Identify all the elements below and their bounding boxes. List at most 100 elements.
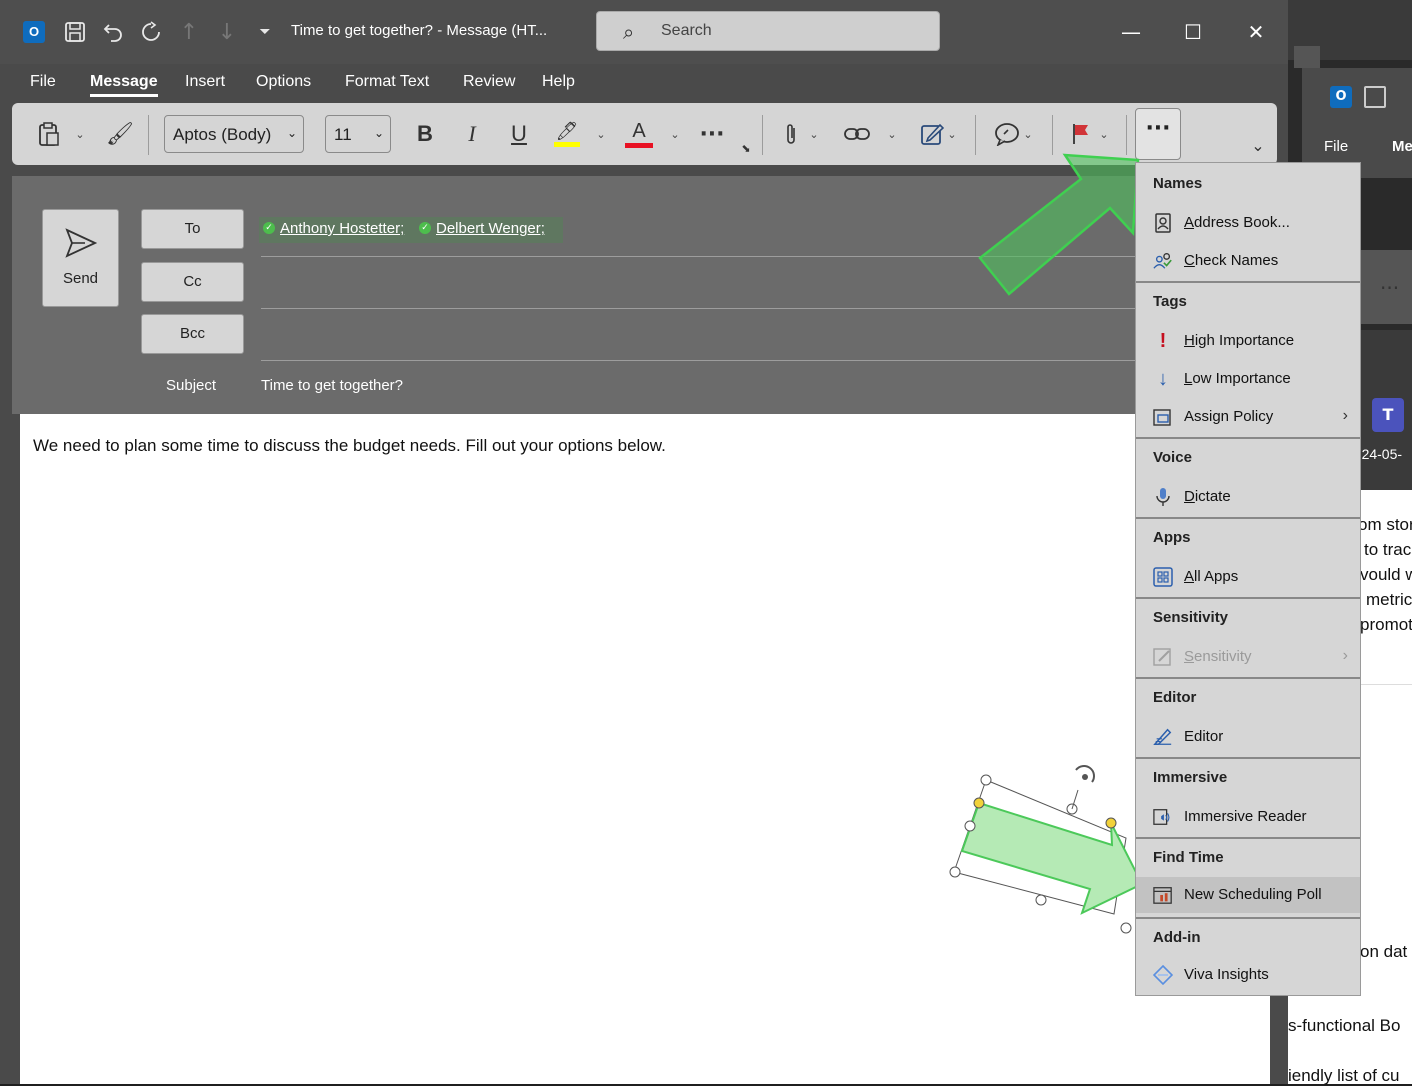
section-editor: Editor	[1153, 689, 1197, 706]
more-icon: ···	[1380, 276, 1400, 300]
bg-line-7: s-functional Bo	[1288, 1016, 1401, 1035]
signature-icon[interactable]	[918, 116, 946, 152]
format-painter-icon[interactable]: 🖌	[106, 116, 134, 152]
tab-format-text[interactable]: Format Text	[345, 73, 429, 91]
font-name-value: Aptos (Body)	[173, 125, 272, 144]
tab-review[interactable]: Review	[463, 73, 515, 91]
low-importance-icon: ↓	[1158, 367, 1168, 390]
menu-item-assign-policy[interactable]: Assign Policy ›	[1136, 399, 1360, 435]
menu-item-low-importance[interactable]: ↓ Low Importance	[1136, 361, 1360, 397]
section-names: Names	[1153, 175, 1203, 192]
adjust-handle[interactable]	[1105, 817, 1117, 829]
to-button[interactable]: To	[141, 209, 244, 249]
menu-label: High Importance	[1184, 332, 1295, 349]
bold-button[interactable]: B	[412, 116, 438, 152]
chevron-right-icon: ›	[1342, 407, 1348, 424]
cc-button[interactable]: Cc	[141, 262, 244, 302]
resize-handle[interactable]	[980, 774, 992, 786]
italic-button[interactable]: I	[459, 116, 485, 152]
close-button[interactable]: ✕	[1236, 16, 1276, 48]
body-text[interactable]: We need to plan some time to discuss the…	[33, 436, 666, 456]
resize-handle[interactable]	[1035, 894, 1047, 906]
redo-icon[interactable]	[137, 18, 165, 46]
highlight-dropdown-icon[interactable]: ⌄	[595, 116, 607, 152]
send-button[interactable]: Send	[42, 209, 119, 307]
customize-quick-access-icon[interactable]: ⏷	[251, 18, 279, 46]
rotate-handle-icon[interactable]	[1075, 765, 1095, 783]
maximize-button[interactable]: ☐	[1173, 16, 1213, 48]
save-icon[interactable]	[61, 18, 89, 46]
font-name-select[interactable]: Aptos (Body) ⌄	[164, 115, 304, 153]
chevron-right-icon: ›	[1342, 647, 1348, 664]
menu-item-all-apps[interactable]: All Apps	[1136, 559, 1360, 595]
adjust-handle[interactable]	[973, 797, 985, 809]
menu-item-viva-insights[interactable]: Viva Insights	[1136, 957, 1360, 993]
highlight-icon[interactable]: 🖊	[552, 116, 582, 152]
recipient-delbert[interactable]: Delbert Wenger;	[436, 220, 545, 237]
cc-field-line[interactable]	[261, 308, 1141, 309]
link-icon[interactable]	[842, 116, 872, 152]
bcc-button[interactable]: Bcc	[141, 314, 244, 354]
section-sensitivity: Sensitivity	[1153, 609, 1229, 626]
tab-message[interactable]: Message	[90, 73, 158, 97]
minimize-button[interactable]: —	[1111, 16, 1151, 48]
menu-item-new-scheduling-poll[interactable]: New Scheduling Poll	[1136, 877, 1360, 913]
resize-handle[interactable]	[1120, 922, 1132, 934]
tab-file[interactable]: File	[30, 73, 56, 91]
bg-file-tab[interactable]: File	[1324, 138, 1348, 155]
previous-item-icon[interactable]: ↑	[175, 18, 203, 46]
to-field[interactable]: ✓ Anthony Hostetter; ✓ Delbert Wenger;	[259, 217, 563, 243]
font-color-dropdown-icon[interactable]: ⌄	[669, 116, 681, 152]
resize-handle[interactable]	[964, 820, 976, 832]
dialog-launcher-icon[interactable]: ⬊	[740, 141, 752, 155]
tab-insert[interactable]: Insert	[185, 73, 225, 91]
attach-dropdown-icon[interactable]: ⌄	[808, 116, 820, 152]
window-title: Time to get together? - Message (HT...	[291, 22, 548, 39]
tab-help[interactable]: Help	[542, 73, 575, 91]
editor-icon	[1153, 727, 1173, 747]
scheduling-poll-icon	[1153, 885, 1173, 905]
bcc-field-line[interactable]	[261, 360, 1141, 361]
bg-divider	[1358, 684, 1412, 685]
background-tab	[1294, 46, 1320, 68]
bg-message-tab[interactable]: Me	[1392, 138, 1412, 155]
message-body[interactable]	[20, 414, 1270, 1084]
teams-icon[interactable]: T	[1372, 398, 1404, 432]
more-format-icon[interactable]: ···	[698, 116, 726, 152]
more-commands-menu: Names Address Book... Check Names Tags !…	[1135, 162, 1361, 996]
menu-label: Viva Insights	[1184, 966, 1269, 983]
next-item-icon[interactable]: ↓	[213, 18, 241, 46]
undo-icon[interactable]	[99, 18, 127, 46]
menu-label: Editor	[1184, 728, 1224, 745]
underline-button[interactable]: U	[506, 116, 532, 152]
link-dropdown-icon[interactable]: ⌄	[886, 116, 898, 152]
subject-field[interactable]: Time to get together?	[261, 377, 403, 394]
highlight-color-bar	[554, 142, 580, 147]
attach-file-icon[interactable]	[780, 116, 802, 152]
menu-separator	[1136, 917, 1360, 919]
signature-dropdown-icon[interactable]: ⌄	[946, 116, 958, 152]
menu-item-high-importance[interactable]: ! High Importance	[1136, 323, 1360, 359]
menu-item-address-book[interactable]: Address Book...	[1136, 205, 1360, 241]
collapse-ribbon-icon[interactable]: ⌄	[1250, 133, 1266, 157]
menu-item-sensitivity[interactable]: Sensitivity ›	[1136, 639, 1360, 675]
menu-item-immersive-reader[interactable]: Immersive Reader	[1136, 799, 1360, 835]
font-size-select[interactable]: 11 ⌄	[325, 115, 391, 153]
font-color-button[interactable]: A	[624, 116, 654, 152]
high-importance-icon: !	[1159, 329, 1167, 352]
search-placeholder: Search	[661, 22, 712, 39]
recipient-anthony[interactable]: Anthony Hostetter;	[280, 220, 404, 237]
address-book-icon	[1153, 213, 1173, 233]
menu-item-dictate[interactable]: Dictate	[1136, 479, 1360, 515]
tab-options[interactable]: Options	[256, 73, 311, 91]
paste-dropdown-icon[interactable]: ⌄	[74, 116, 86, 152]
ribbon-divider	[762, 115, 763, 155]
menu-item-editor[interactable]: Editor	[1136, 719, 1360, 755]
menu-separator	[1136, 437, 1360, 439]
menu-item-check-names[interactable]: Check Names	[1136, 243, 1360, 279]
search-input[interactable]: ⌕ Search	[596, 11, 940, 51]
resize-handle[interactable]	[949, 866, 961, 878]
paste-icon[interactable]	[34, 116, 64, 152]
font-size-value: 11	[334, 125, 352, 144]
microphone-icon	[1153, 487, 1173, 507]
